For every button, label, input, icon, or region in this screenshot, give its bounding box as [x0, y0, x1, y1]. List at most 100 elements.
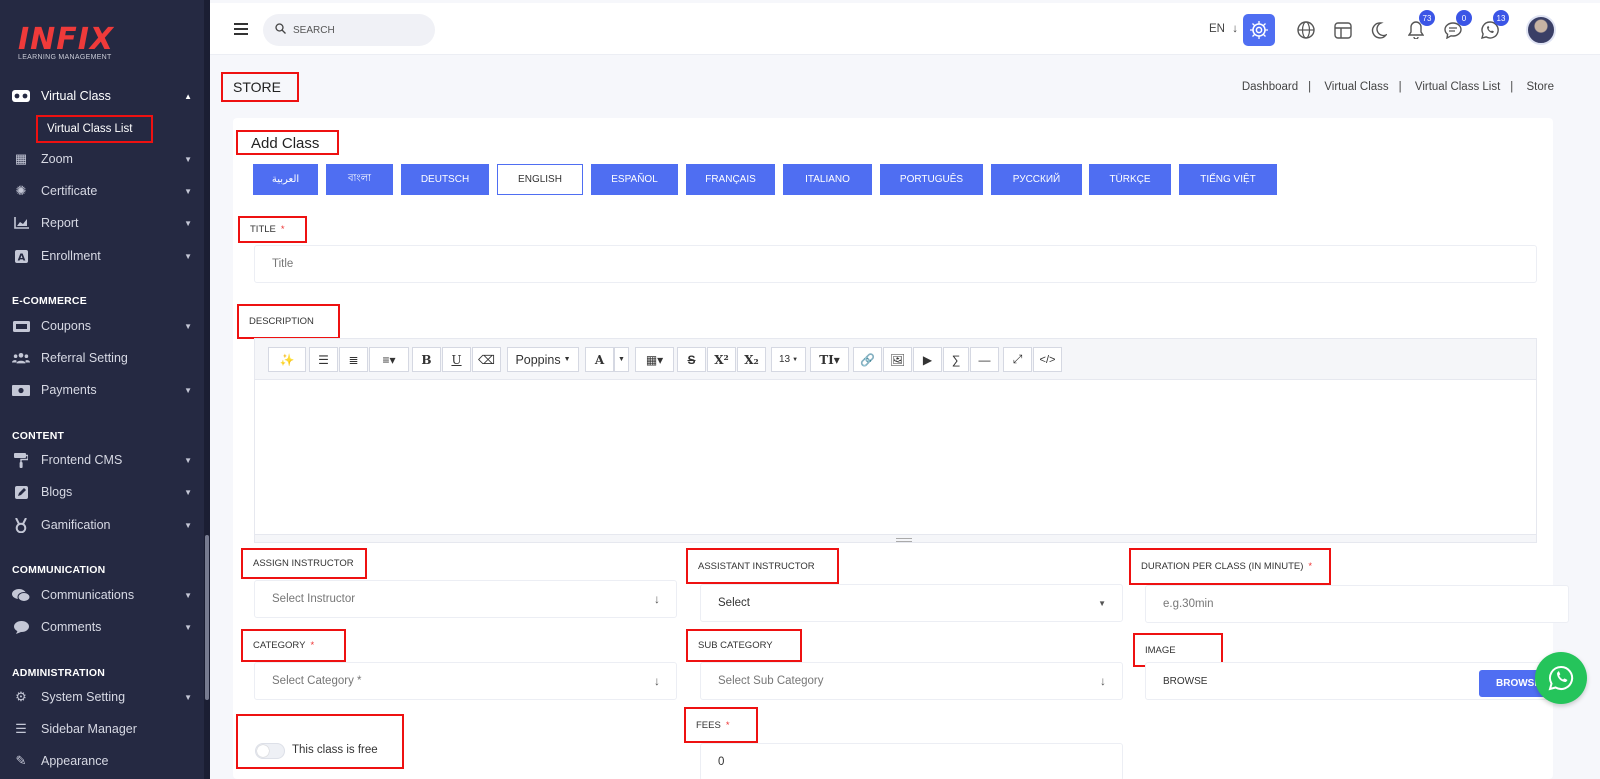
- sidebar-item-zoom[interactable]: ▦ Zoom ▼: [12, 146, 196, 172]
- duration-field[interactable]: [1145, 585, 1569, 623]
- free-class-toggle[interactable]: [255, 743, 285, 759]
- description-editor[interactable]: ✨ ☰ ≣ ≡▾ B U ⌫ Poppins ▼ A ▼ ▦▾ S X² X₂ 1…: [254, 338, 1537, 543]
- chevron-down-icon: ▼: [184, 385, 192, 395]
- font-color-dropdown[interactable]: ▼: [614, 347, 629, 372]
- tab-lang-turkce[interactable]: TÜRKÇE: [1089, 164, 1171, 195]
- underline-button[interactable]: U: [442, 347, 471, 372]
- bullet-list-button[interactable]: ☰: [309, 347, 338, 372]
- assistant-instructor-label-text: ASSISTANT INSTRUCTOR: [698, 560, 815, 572]
- tab-lang-russian[interactable]: РУССКИЙ: [991, 164, 1082, 195]
- sidebar-item-comments[interactable]: Comments ▼: [12, 614, 196, 640]
- assistant-instructor-select[interactable]: Select ▼: [700, 584, 1123, 622]
- sidebar-scrollbar[interactable]: [204, 0, 210, 779]
- sidebar-item-coupons[interactable]: Coupons ▼: [12, 313, 196, 339]
- description-label: DESCRIPTION: [237, 304, 340, 339]
- table-icon: ▦▾: [645, 352, 664, 367]
- search-box[interactable]: [263, 14, 435, 46]
- tab-lang-bengali[interactable]: বাংলা: [326, 164, 393, 195]
- sidebar-item-certificate[interactable]: ✺ Certificate ▼: [12, 178, 196, 204]
- horizontal-rule-button[interactable]: —: [970, 347, 999, 372]
- sidebar-item-communications[interactable]: Communications ▼: [12, 582, 196, 608]
- chevron-down-icon: ▼: [184, 692, 192, 702]
- page-title: STORE: [221, 72, 299, 102]
- bold-button[interactable]: B: [412, 347, 441, 372]
- table-button[interactable]: ▦▾: [635, 347, 674, 372]
- whatsapp-header-button[interactable]: 13: [1474, 10, 1509, 46]
- tab-lang-portugues[interactable]: PORTUGUÊS: [880, 164, 983, 195]
- sub-category-select[interactable]: Select Sub Category ↓: [700, 662, 1123, 700]
- chat-icon: [12, 588, 30, 602]
- globe-icon: [1297, 21, 1315, 39]
- superscript-button[interactable]: X²: [707, 347, 736, 372]
- whatsapp-icon: [1548, 665, 1574, 691]
- font-size-select[interactable]: 13 ▼: [771, 347, 806, 372]
- notifications-button[interactable]: 73: [1400, 10, 1435, 46]
- sidebar-item-label: Appearance: [41, 754, 109, 768]
- category-label: CATEGORY *: [241, 629, 346, 662]
- sidebar-item-appearance[interactable]: ✎ Appearance: [12, 748, 196, 774]
- breadcrumb-virtual-class-list[interactable]: Virtual Class List: [1415, 81, 1500, 93]
- scrollbar-thumb[interactable]: [205, 535, 209, 700]
- tab-lang-english[interactable]: ENGLISH: [497, 164, 583, 195]
- strikethrough-button[interactable]: S: [677, 347, 706, 372]
- assign-instructor-select[interactable]: Select Instructor ↓: [254, 580, 677, 618]
- sidebar-item-label: Sidebar Manager: [41, 722, 137, 736]
- brand-logo[interactable]: INFIX LEARNING MANAGEMENT: [18, 22, 114, 61]
- tab-lang-arabic[interactable]: العربية: [253, 164, 318, 195]
- sidebar-item-sidebar-manager[interactable]: ☰ Sidebar Manager: [12, 716, 196, 742]
- tab-lang-vietnamese[interactable]: TIẾNG VIỆT: [1179, 164, 1277, 195]
- subscript-button[interactable]: X₂: [737, 347, 766, 372]
- font-family-select[interactable]: Poppins ▼: [507, 347, 579, 372]
- text-height-button[interactable]: TI▾: [810, 347, 849, 372]
- fees-value: 0: [718, 756, 725, 768]
- align-button[interactable]: ≡▾: [369, 347, 409, 372]
- sidebar-item-blogs[interactable]: Blogs ▼: [12, 479, 196, 505]
- menu-toggle-icon[interactable]: [234, 23, 248, 38]
- title-input[interactable]: [272, 258, 1410, 270]
- tab-lang-deutsch[interactable]: DEUTSCH: [401, 164, 489, 195]
- math-button[interactable]: ∑: [943, 347, 969, 372]
- sidebar-item-gamification[interactable]: Gamification ▼: [12, 512, 196, 538]
- sidebar-item-system-setting[interactable]: ⚙ System Setting ▼: [12, 684, 196, 710]
- editor-resize-handle[interactable]: [255, 534, 1536, 542]
- magic-format-button[interactable]: ✨: [268, 347, 306, 372]
- category-label-text: CATEGORY: [253, 640, 306, 651]
- fullscreen-button[interactable]: ⤢: [1003, 347, 1032, 372]
- breadcrumb-dashboard[interactable]: Dashboard: [1242, 81, 1298, 93]
- gears-icon: ⚙: [15, 689, 27, 704]
- tab-lang-espanol[interactable]: ESPAÑOL: [591, 164, 678, 195]
- arrow-down-icon: ↓: [1232, 23, 1238, 35]
- whatsapp-chat-button[interactable]: [1535, 652, 1587, 704]
- numbered-list-icon: ≣: [348, 352, 359, 367]
- link-button[interactable]: 🔗: [853, 347, 882, 372]
- link-icon: 🔗: [860, 352, 875, 367]
- tab-lang-italiano[interactable]: ITALIANO: [783, 164, 872, 195]
- duration-input[interactable]: [1163, 598, 1528, 610]
- numbered-list-button[interactable]: ≣: [339, 347, 368, 372]
- language-selector[interactable]: EN ↓: [1209, 23, 1238, 35]
- globe-button[interactable]: [1290, 14, 1322, 46]
- title-field[interactable]: [254, 245, 1537, 283]
- breadcrumb-virtual-class[interactable]: Virtual Class: [1324, 81, 1388, 93]
- image-button[interactable]: 🖼: [883, 347, 912, 372]
- font-color-button[interactable]: A: [585, 347, 614, 372]
- clear-format-button[interactable]: ⌫: [472, 347, 501, 372]
- sidebar-item-referral-setting[interactable]: Referral Setting: [12, 345, 196, 371]
- chip-settings-button[interactable]: [1243, 14, 1275, 46]
- search-input[interactable]: [293, 24, 423, 36]
- fees-field[interactable]: 0: [700, 743, 1123, 779]
- category-select[interactable]: Select Category * ↓: [254, 662, 677, 700]
- sidebar-subitem-virtual-class-list[interactable]: Virtual Class List: [36, 115, 153, 143]
- sidebar-item-virtual-class[interactable]: Virtual Class ▲: [12, 83, 196, 109]
- sidebar-item-frontend-cms[interactable]: Frontend CMS ▼: [12, 447, 196, 473]
- layout-button[interactable]: [1327, 14, 1359, 46]
- dark-mode-button[interactable]: [1363, 14, 1395, 46]
- messages-button[interactable]: 0: [1437, 10, 1472, 46]
- sidebar-item-enrollment[interactable]: A Enrollment ▼: [12, 243, 196, 269]
- code-view-button[interactable]: </>: [1033, 347, 1062, 372]
- sidebar-item-report[interactable]: Report ▼: [12, 210, 196, 236]
- tab-lang-francais[interactable]: FRANÇAIS: [686, 164, 775, 195]
- user-avatar[interactable]: [1526, 15, 1556, 45]
- video-button[interactable]: ▶: [913, 347, 942, 372]
- sidebar-item-payments[interactable]: Payments ▼: [12, 377, 196, 403]
